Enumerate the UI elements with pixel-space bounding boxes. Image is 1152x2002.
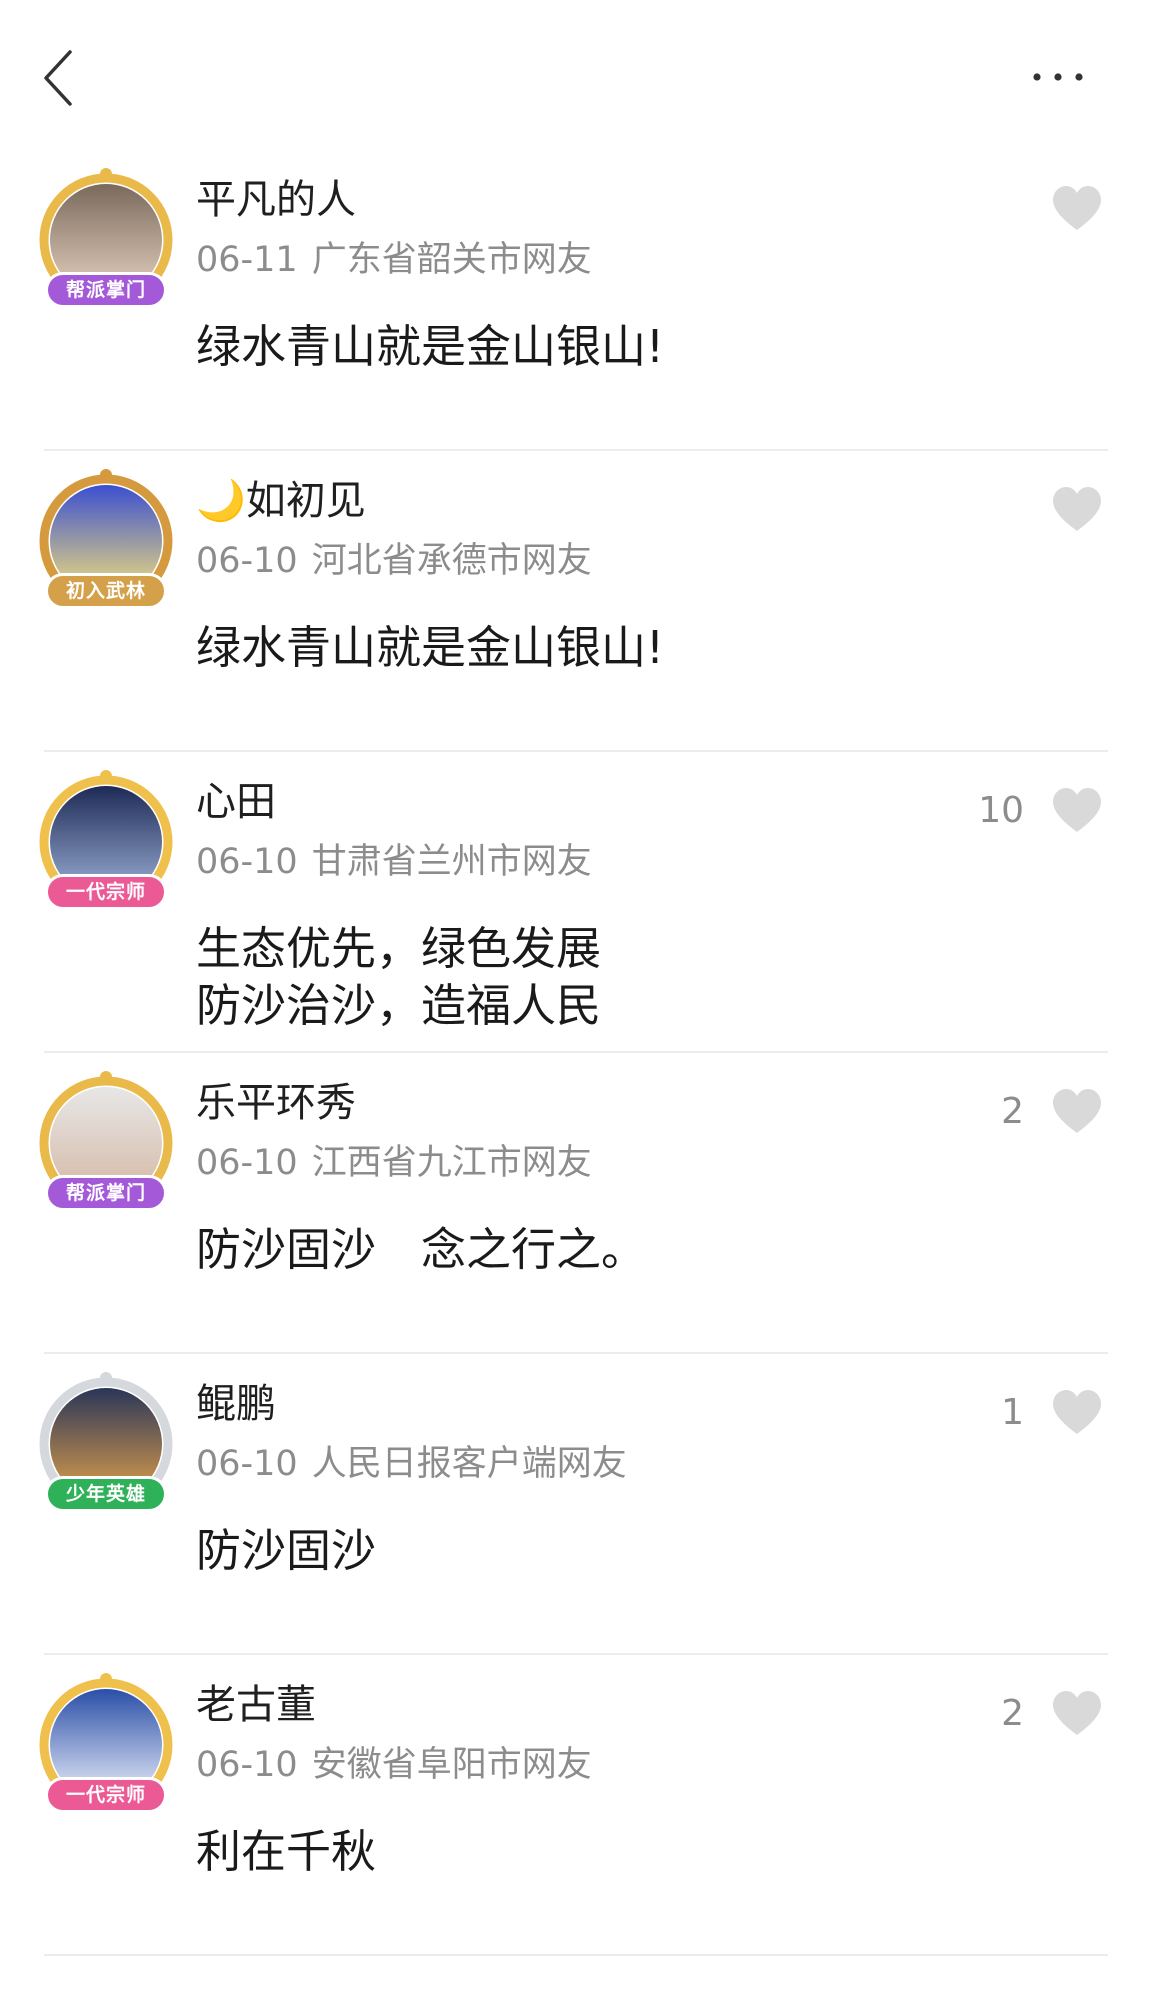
heart-icon bbox=[1053, 186, 1101, 230]
level-badge: 帮派掌门 bbox=[45, 272, 167, 308]
heart-icon bbox=[1053, 788, 1101, 832]
comment-item: 帮派掌门 平凡的人 06-11 广东省韶关市网友绿水青山就是金山银山! bbox=[0, 150, 1152, 451]
comment-item: 初入武林 🌙如初见 06-10 河北省承德市网友绿水青山就是金山银山! bbox=[0, 451, 1152, 752]
comment-meta: 06-10 河北省承德市网友 bbox=[196, 539, 592, 583]
user-name[interactable]: 🌙如初见 bbox=[196, 476, 366, 526]
comment-date: 06-10 bbox=[196, 1143, 298, 1183]
heart-icon bbox=[1053, 1691, 1101, 1735]
comment-location: 广东省韶关市网友 bbox=[311, 240, 592, 280]
level-badge: 少年英雄 bbox=[45, 1476, 167, 1512]
user-name[interactable]: 乐平环秀 bbox=[196, 1078, 356, 1128]
like-button[interactable] bbox=[1024, 178, 1104, 238]
comment-text: 绿水青山就是金山银山! bbox=[196, 320, 665, 373]
comment-item: 一代宗师 老古董 06-10 安徽省阜阳市网友利在千秋 2 bbox=[0, 1655, 1152, 1956]
avatar[interactable]: 初入武林 bbox=[20, 459, 192, 631]
comment-text: 防沙固沙 念之行之。 bbox=[196, 1223, 647, 1276]
comment-item: 一代宗师 心田 06-10 甘肃省兰州市网友生态优先，绿色发展 防沙治沙，造福人民 10 bbox=[0, 752, 1152, 1053]
comment-date: 06-11 bbox=[196, 240, 298, 280]
comment-meta: 06-10 甘肃省兰州市网友 bbox=[196, 840, 592, 884]
comment-date: 06-10 bbox=[196, 1745, 298, 1785]
like-count: 2 bbox=[1001, 1090, 1024, 1132]
comment-text: 绿水青山就是金山银山! bbox=[196, 621, 665, 674]
comment-location: 江西省九江市网友 bbox=[311, 1143, 592, 1183]
comment-location: 人民日报客户端网友 bbox=[311, 1444, 627, 1484]
like-button[interactable]: 2 bbox=[1001, 1683, 1104, 1743]
comment-date: 06-10 bbox=[196, 1444, 298, 1484]
user-name[interactable]: 鲲鹏 bbox=[196, 1379, 276, 1429]
user-name[interactable]: 平凡的人 bbox=[196, 175, 356, 225]
comment-date: 06-10 bbox=[196, 541, 298, 581]
top-bar bbox=[0, 0, 1152, 150]
comment-location: 安徽省阜阳市网友 bbox=[311, 1745, 592, 1785]
comment-list: 帮派掌门 平凡的人 06-11 广东省韶关市网友绿水青山就是金山银山! 初入武林 🌙如初见… bbox=[0, 150, 1152, 1956]
comment-location: 甘肃省兰州市网友 bbox=[311, 842, 592, 882]
comment-text: 防沙固沙 bbox=[196, 1524, 377, 1577]
comment-text: 生态优先，绿色发展 防沙治沙，造福人民 bbox=[196, 922, 602, 1032]
like-count: 2 bbox=[1001, 1692, 1024, 1734]
comment-location: 河北省承德市网友 bbox=[311, 541, 592, 581]
avatar[interactable]: 帮派掌门 bbox=[20, 158, 192, 330]
level-badge: 一代宗师 bbox=[45, 1777, 167, 1813]
comment-meta: 06-10 人民日报客户端网友 bbox=[196, 1442, 627, 1486]
comment-date: 06-10 bbox=[196, 842, 298, 882]
comment-text: 利在千秋 bbox=[196, 1825, 377, 1878]
like-button[interactable]: 1 bbox=[1001, 1382, 1104, 1442]
comment-item: 少年英雄 鲲鹏 06-10 人民日报客户端网友防沙固沙 1 bbox=[0, 1354, 1152, 1655]
comment-meta: 06-10 江西省九江市网友 bbox=[196, 1141, 592, 1185]
more-dots-icon[interactable] bbox=[1030, 70, 1086, 84]
comment-meta: 06-11 广东省韶关市网友 bbox=[196, 238, 592, 282]
like-button[interactable]: 2 bbox=[1001, 1081, 1104, 1141]
like-button[interactable]: 10 bbox=[978, 780, 1104, 840]
avatar[interactable]: 一代宗师 bbox=[20, 760, 192, 932]
user-name[interactable]: 老古董 bbox=[196, 1680, 316, 1730]
like-count: 10 bbox=[978, 789, 1024, 831]
avatar[interactable]: 一代宗师 bbox=[20, 1663, 192, 1835]
comment-meta: 06-10 安徽省阜阳市网友 bbox=[196, 1743, 592, 1787]
heart-icon bbox=[1053, 1390, 1101, 1434]
comment-item: 帮派掌门 乐平环秀 06-10 江西省九江市网友防沙固沙 念之行之。 2 bbox=[0, 1053, 1152, 1354]
divider bbox=[44, 1954, 1108, 1956]
heart-icon bbox=[1053, 1089, 1101, 1133]
avatar[interactable]: 帮派掌门 bbox=[20, 1061, 192, 1233]
avatar[interactable]: 少年英雄 bbox=[20, 1362, 192, 1534]
user-name[interactable]: 心田 bbox=[196, 777, 276, 827]
like-count: 1 bbox=[1001, 1391, 1024, 1433]
heart-icon bbox=[1053, 487, 1101, 531]
level-badge: 一代宗师 bbox=[45, 874, 167, 910]
level-badge: 帮派掌门 bbox=[45, 1175, 167, 1211]
chevron-left-icon[interactable] bbox=[40, 48, 80, 108]
like-button[interactable] bbox=[1024, 479, 1104, 539]
level-badge: 初入武林 bbox=[45, 573, 167, 609]
